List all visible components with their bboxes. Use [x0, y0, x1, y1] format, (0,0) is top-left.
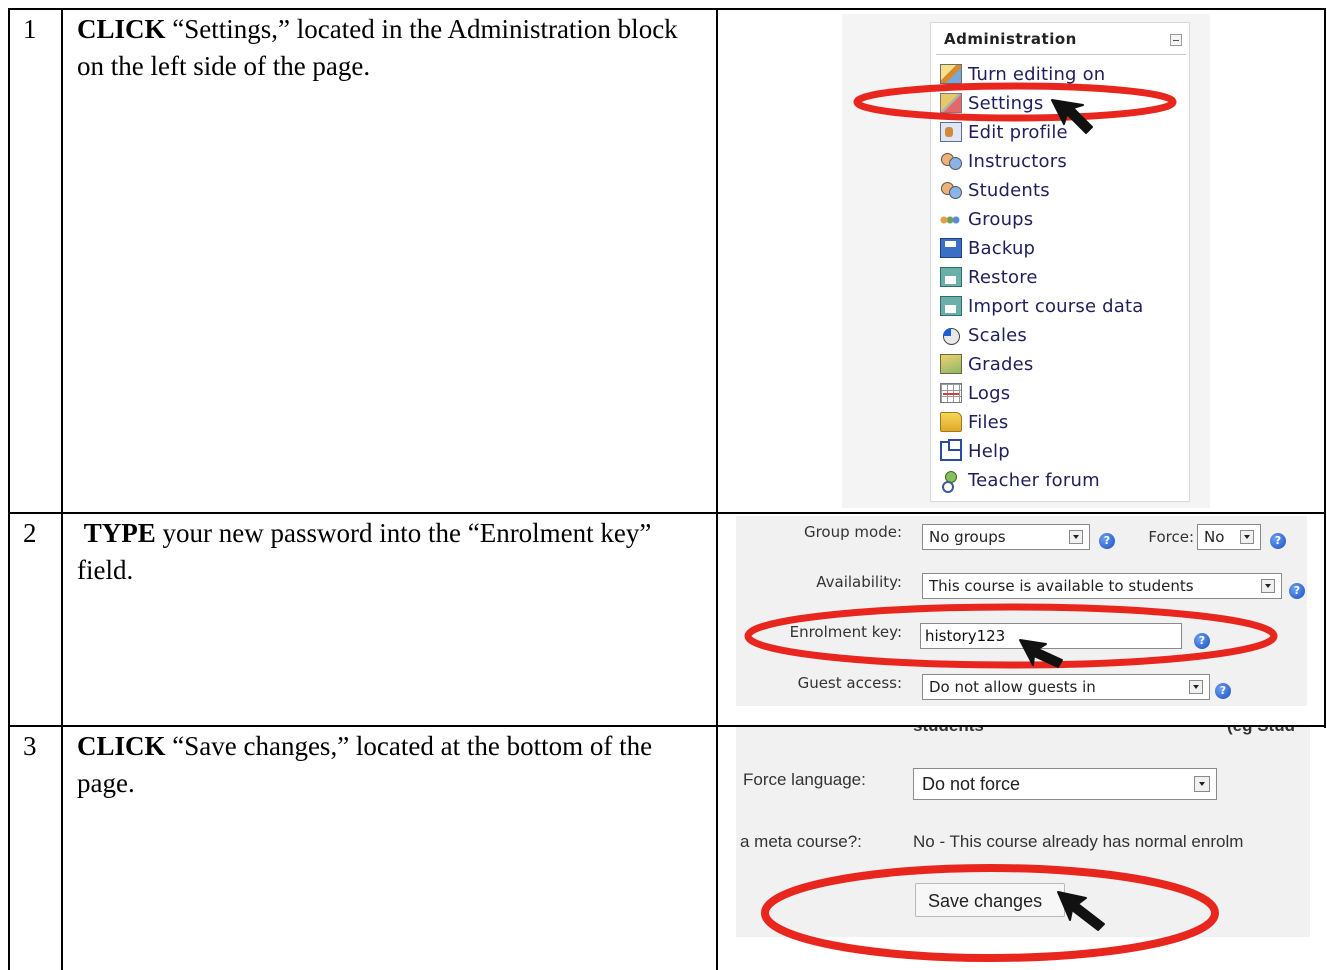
admin-item-groups[interactable]: Groups [940, 206, 1033, 232]
administration-title: Administration [944, 30, 1077, 48]
admin-item-label: Files [968, 411, 1009, 433]
instruction-2-action: TYPE [83, 518, 156, 548]
table-border-right [1324, 8, 1326, 728]
force-language-value: Do not force [922, 774, 1021, 794]
admin-item-label: Teacher forum [968, 469, 1100, 491]
force-language-select[interactable]: Do not force [913, 768, 1217, 800]
save-changes-button[interactable]: Save changes [915, 883, 1065, 917]
availability-select[interactable]: This course is available to students [922, 573, 1282, 599]
grades-icon [940, 354, 962, 374]
chevron-down-icon [1261, 579, 1275, 593]
admin-item-restore[interactable]: Restore [940, 264, 1038, 290]
logs-icon [940, 383, 962, 403]
folder-icon [940, 412, 962, 432]
availability-value: This course is available to students [929, 577, 1194, 595]
admin-item-teacher-forum[interactable]: Teacher forum [940, 467, 1100, 493]
instruction-2-text: your new password into the “Enrolment ke… [77, 518, 652, 585]
force-value: No [1204, 528, 1225, 546]
guest-access-label: Guest access: [797, 674, 902, 692]
instruction-1-text: “Settings,” located in the Administratio… [77, 14, 678, 81]
row-number-2: 2 [23, 518, 37, 548]
admin-item-label: Scales [968, 324, 1028, 346]
admin-item-instructors[interactable]: Instructors [940, 148, 1067, 174]
help-icon[interactable]: ? [1215, 683, 1231, 699]
admin-item-edit-profile[interactable]: Edit profile [940, 119, 1068, 145]
admin-item-students[interactable]: Students [940, 177, 1050, 203]
row-number-1: 1 [23, 14, 37, 44]
enrolment-key-input[interactable]: history123 [920, 623, 1182, 649]
help-icon[interactable]: ? [1099, 533, 1115, 549]
force-language-label: Force language: [743, 770, 866, 789]
table-column-divider-1 [61, 8, 63, 970]
scales-icon [940, 325, 962, 345]
group-mode-value: No groups [929, 528, 1006, 546]
admin-item-label: Edit profile [968, 121, 1068, 143]
chevron-down-icon [1194, 776, 1210, 792]
admin-item-label: Backup [968, 237, 1036, 259]
help-icon[interactable]: ? [1289, 583, 1305, 599]
collapse-icon[interactable] [1170, 34, 1182, 46]
instruction-1: CLICK “Settings,” located in the Adminis… [77, 11, 702, 85]
help-icon[interactable]: ? [1194, 633, 1210, 649]
groups-icon [940, 209, 962, 229]
admin-item-label: Groups [968, 208, 1034, 230]
instruction-2: TYPE your new password into the “Enrolme… [77, 515, 707, 589]
instruction-3: CLICK “Save changes,” located at the bot… [77, 728, 707, 802]
admin-item-label: Import course data [968, 295, 1144, 317]
people-icon [940, 180, 962, 200]
people-icon [940, 151, 962, 171]
admin-item-label: Settings [968, 92, 1044, 114]
admin-item-label: Grades [968, 353, 1034, 375]
restore-icon [940, 267, 962, 287]
chevron-down-icon [1240, 530, 1254, 544]
table-divider-1 [8, 512, 1326, 514]
group-mode-label: Group mode: [803, 523, 902, 541]
chevron-down-icon [1189, 680, 1203, 694]
table-border-top [8, 8, 1326, 10]
instruction-3-action: CLICK [77, 731, 166, 761]
pencil-icon [940, 64, 962, 84]
enrolment-key-value: history123 [925, 627, 1006, 645]
profile-icon [940, 122, 962, 142]
admin-item-label: Turn editing on [968, 63, 1106, 85]
help-icon [940, 439, 962, 461]
admin-item-label: Students [968, 179, 1050, 201]
table-border-left [8, 8, 10, 970]
force-select[interactable]: No [1197, 524, 1261, 550]
force-label: Force: [1148, 528, 1194, 546]
group-mode-select[interactable]: No groups [922, 524, 1090, 550]
admin-item-label: Help [968, 440, 1010, 462]
import-icon [940, 296, 962, 316]
meta-course-value: No - This course already has normal enro… [913, 832, 1244, 851]
floppy-icon [940, 238, 962, 258]
admin-item-help[interactable]: Help [940, 438, 1010, 464]
admin-item-label: Logs [968, 382, 1011, 404]
guest-access-select[interactable]: Do not allow guests in [922, 674, 1210, 700]
row-number-3: 3 [23, 731, 37, 761]
admin-item-label: Instructors [968, 150, 1067, 172]
admin-item-logs[interactable]: Logs [940, 380, 1010, 406]
chevron-down-icon [1069, 530, 1083, 544]
cut-off-row: students (eg Stud [905, 727, 1310, 736]
instruction-1-action: CLICK [77, 14, 166, 44]
admin-item-backup[interactable]: Backup [940, 235, 1035, 261]
admin-item-files[interactable]: Files [940, 409, 1009, 435]
admin-item-turn-editing[interactable]: Turn editing on [940, 61, 1105, 87]
table-column-divider-2 [716, 8, 718, 970]
guest-access-value: Do not allow guests in [929, 678, 1096, 696]
administration-header: Administration [936, 28, 1186, 55]
cut-off-value-left: students [913, 727, 984, 736]
meta-course-label: a meta course?: [740, 832, 862, 851]
help-icon[interactable]: ? [1270, 533, 1286, 549]
admin-item-import-course-data[interactable]: Import course data [940, 293, 1144, 319]
admin-item-label: Restore [968, 266, 1038, 288]
availability-label: Availability: [816, 573, 902, 591]
admin-item-scales[interactable]: Scales [940, 322, 1027, 348]
forum-icon [940, 470, 962, 493]
cut-off-value-right: (eg Stud [1227, 727, 1295, 736]
admin-item-settings[interactable]: Settings [940, 90, 1043, 116]
enrolment-key-label: Enrolment key: [789, 623, 902, 641]
settings-icon [940, 93, 962, 113]
admin-item-grades[interactable]: Grades [940, 351, 1033, 377]
